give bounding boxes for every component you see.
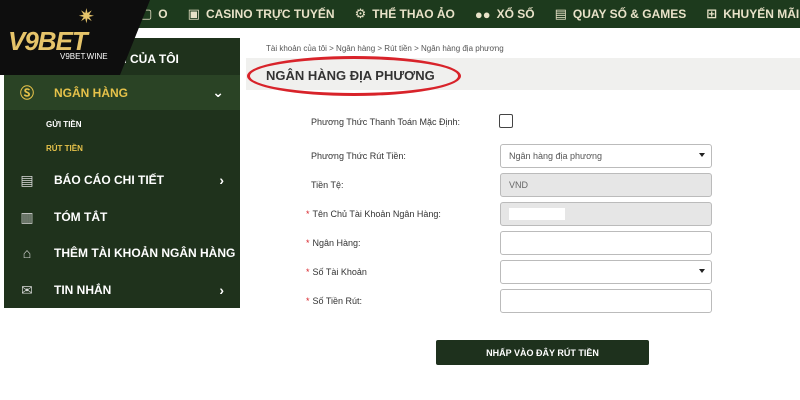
default-payment-checkbox[interactable]	[499, 114, 513, 128]
bank-name-input[interactable]	[500, 231, 712, 255]
casino-card-icon: ▣	[187, 6, 200, 21]
sidebar-subitem-deposit[interactable]: GỬI TIỀN	[46, 120, 82, 129]
envelope-icon: ✉	[21, 281, 33, 298]
chevron-right-icon: ›	[219, 282, 224, 298]
report-icon: ▤	[20, 171, 34, 188]
select-value: Ngân hàng địa phương	[509, 151, 602, 161]
amount-label: * Số Tiền Rút:	[306, 296, 363, 306]
nav-item-games[interactable]: ▤ QUAY SỐ & GAMES	[555, 6, 687, 22]
sidebar: N CỦA TÔI Ⓢ NGÂN HÀNG ⌄ GỬI TIỀN RÚT TIỀ…	[4, 38, 240, 308]
caret-down-icon	[699, 269, 705, 273]
dollar-circle-icon: Ⓢ	[20, 84, 34, 101]
lottery-balls-icon: ●●	[474, 6, 491, 22]
account-holder-label: * Tên Chủ Tài Khoản Ngân Hàng:	[306, 209, 441, 219]
sidebar-item-summary[interactable]: ▥ TÓM TẮT	[4, 203, 240, 231]
chevron-down-icon: ⌄	[212, 84, 224, 100]
breadcrumb: Tài khoản của tôi > Ngân hàng > Rút tiền…	[266, 44, 504, 53]
bank-building-icon: ⌂	[22, 245, 32, 261]
sidebar-item-label: THÊM TÀI KHOẢN NGÂN HÀNG	[54, 246, 236, 260]
gamepad-icon: ⚙	[354, 6, 367, 21]
account-number-select[interactable]	[500, 260, 712, 284]
default-payment-label: Phương Thức Thanh Toán Mặc Định:	[311, 117, 461, 127]
sidebar-item-report[interactable]: ▤ BÁO CÁO CHI TIẾT ›	[4, 166, 240, 194]
sidebar-subitem-withdraw[interactable]: RÚT TIỀN	[46, 144, 83, 153]
nav-label: O	[158, 7, 168, 21]
sidebar-item-label: TIN NHẮN	[54, 283, 112, 297]
logo-site: V9BET.WINE	[60, 52, 108, 61]
nav-item-promotions[interactable]: ⊞ KHUYẾN MÃI	[706, 6, 799, 22]
withdraw-method-label: Phương Thức Rút Tiền:	[311, 151, 406, 161]
account-holder-field	[500, 202, 712, 226]
nav-label: CASINO TRỰC TUYẾN	[205, 7, 335, 21]
gift-icon: ⊞	[706, 6, 718, 21]
sidebar-item-add-bank[interactable]: ⌂ THÊM TÀI KHOẢN NGÂN HÀNG	[4, 239, 240, 267]
sidebar-item-bank[interactable]: Ⓢ NGÂN HÀNG ⌄	[4, 75, 240, 110]
nav-label: XỔ SỐ	[496, 7, 535, 21]
field-value: VND	[509, 180, 529, 190]
caret-down-icon	[699, 153, 705, 157]
highlight-circle	[247, 56, 461, 96]
redacted-name	[509, 208, 565, 220]
currency-label: Tiền Tệ:	[311, 180, 344, 190]
nav-item-virtual-sports[interactable]: ⚙ THỂ THAO ẢO	[355, 6, 455, 22]
nav-label: QUAY SỐ & GAMES	[572, 7, 687, 21]
nav-item-casino[interactable]: ▣ CASINO TRỰC TUYẾN	[188, 6, 335, 22]
nav-item-lottery[interactable]: ●● XỔ SỐ	[475, 7, 535, 22]
bank-name-label: * Ngân Hàng:	[306, 238, 361, 248]
slot-machine-icon: ▤	[554, 6, 567, 21]
chevron-right-icon: ›	[219, 172, 224, 188]
amount-input[interactable]	[500, 289, 712, 313]
account-number-label: * Số Tài Khoản	[306, 267, 367, 277]
document-icon: ▥	[20, 208, 34, 225]
sidebar-item-label: TÓM TẮT	[54, 210, 108, 224]
currency-field: VND	[500, 173, 712, 197]
sidebar-item-label: BÁO CÁO CHI TIẾT	[54, 173, 164, 187]
sidebar-item-messages[interactable]: ✉ TIN NHẮN ›	[4, 276, 240, 304]
nav-label: KHUYẾN MÃI	[723, 7, 800, 21]
withdraw-submit-button[interactable]: NHẤP VÀO ĐÂY RÚT TIỀN	[436, 340, 649, 365]
withdraw-method-select[interactable]: Ngân hàng địa phương	[500, 144, 712, 168]
nav-label: THỂ THAO ẢO	[372, 7, 455, 21]
sidebar-item-label: NGÂN HÀNG	[54, 85, 128, 100]
